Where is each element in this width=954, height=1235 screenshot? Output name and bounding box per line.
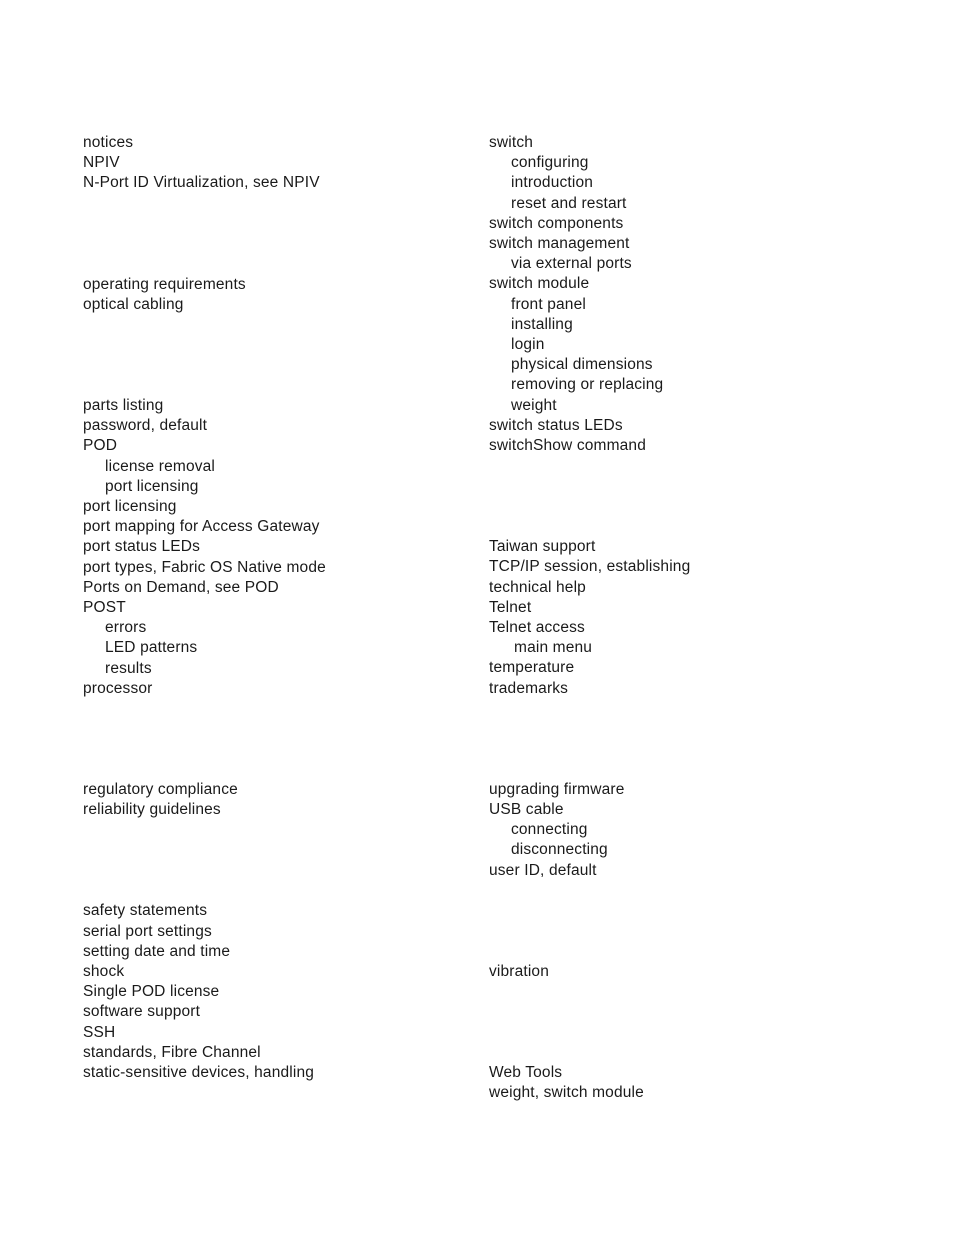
- index-subentry[interactable]: results: [83, 659, 483, 679]
- index-entry[interactable]: user ID, default: [489, 861, 889, 881]
- index-subentry[interactable]: port licensing: [83, 477, 483, 497]
- index-entry[interactable]: shock: [83, 962, 483, 982]
- index-entry[interactable]: Web Tools: [489, 1063, 889, 1083]
- index-entry[interactable]: POST: [83, 598, 483, 618]
- index-entry[interactable]: parts listing: [83, 396, 483, 416]
- index-entry[interactable]: Single POD license: [83, 982, 483, 1002]
- index-entry[interactable]: password, default: [83, 416, 483, 436]
- index-entry[interactable]: notices: [83, 133, 483, 153]
- index-entry[interactable]: Telnet access: [489, 618, 889, 638]
- index-entry[interactable]: safety statements: [83, 901, 483, 921]
- index-entry[interactable]: switch status LEDs: [489, 416, 889, 436]
- index-entry[interactable]: SSH: [83, 1023, 483, 1043]
- index-entry[interactable]: switch management: [489, 234, 889, 254]
- index-subentry[interactable]: reset and restart: [489, 194, 889, 214]
- index-entry[interactable]: upgrading firmware: [489, 780, 889, 800]
- index-subentry[interactable]: weight: [489, 396, 889, 416]
- index-entry[interactable]: static-sensitive devices, handling: [83, 1063, 483, 1083]
- index-entry[interactable]: temperature: [489, 658, 889, 678]
- index-entry[interactable]: operating requirements: [83, 275, 483, 295]
- index-entry[interactable]: switch components: [489, 214, 889, 234]
- index-entry[interactable]: weight, switch module: [489, 1083, 889, 1103]
- index-entry[interactable]: Ports on Demand, see POD: [83, 578, 483, 598]
- index-column-right: switch configuring introduction reset and r…: [489, 133, 889, 1104]
- index-entry[interactable]: Telnet: [489, 598, 889, 618]
- index-subentry[interactable]: removing or replacing: [489, 375, 889, 395]
- index-group: switch configuring introduction reset and r…: [489, 133, 889, 456]
- index-subentry[interactable]: physical dimensions: [489, 355, 889, 375]
- index-entry[interactable]: regulatory compliance: [83, 780, 483, 800]
- index-group: upgrading firmware USB cable connecting dis…: [489, 780, 889, 881]
- index-entry[interactable]: standards, Fibre Channel: [83, 1043, 483, 1063]
- index-entry[interactable]: reliability guidelines: [83, 800, 483, 820]
- index-entry[interactable]: software support: [83, 1002, 483, 1022]
- index-subentry[interactable]: introduction: [489, 173, 889, 193]
- index-group: vibration: [489, 962, 889, 982]
- index-entry[interactable]: port mapping for Access Gateway: [83, 517, 483, 537]
- index-entry[interactable]: switch module: [489, 274, 889, 294]
- index-entry[interactable]: port status LEDs: [83, 537, 483, 557]
- index-entry[interactable]: vibration: [489, 962, 889, 982]
- index-entry[interactable]: port types, Fabric OS Native mode: [83, 558, 483, 578]
- index-entry[interactable]: switch: [489, 133, 889, 153]
- index-subentry[interactable]: via external ports: [489, 254, 889, 274]
- index-group: safety statements serial port settings set…: [83, 901, 483, 1083]
- index-entry[interactable]: TCP/IP session, establishing: [489, 557, 889, 577]
- index-entry[interactable]: Taiwan support: [489, 537, 889, 557]
- index-subentry[interactable]: LED patterns: [83, 638, 483, 658]
- index-entry[interactable]: trademarks: [489, 679, 889, 699]
- index-entry[interactable]: processor: [83, 679, 483, 699]
- index-subentry[interactable]: main menu: [489, 638, 889, 658]
- index-group: regulatory compliance reliability guideli…: [83, 780, 483, 820]
- index-entry[interactable]: setting date and time: [83, 942, 483, 962]
- index-group: notices NPIV N-Port ID Virtualization, see…: [83, 133, 483, 194]
- index-entry[interactable]: N-Port ID Virtualization, see NPIV: [83, 173, 483, 193]
- index-entry[interactable]: technical help: [489, 578, 889, 598]
- index-entry[interactable]: optical cabling: [83, 295, 483, 315]
- index-subentry[interactable]: errors: [83, 618, 483, 638]
- index-group: Web Tools weight, switch module: [489, 1063, 889, 1103]
- index-subentry[interactable]: front panel: [489, 295, 889, 315]
- index-subentry[interactable]: configuring: [489, 153, 889, 173]
- index-column-left: notices NPIV N-Port ID Virtualization, see…: [83, 133, 483, 1083]
- index-entry[interactable]: switchShow command: [489, 436, 889, 456]
- index-entry[interactable]: serial port settings: [83, 922, 483, 942]
- index-subentry[interactable]: connecting: [489, 820, 889, 840]
- index-entry[interactable]: POD: [83, 436, 483, 456]
- index-group: Taiwan support TCP/IP session, establishi…: [489, 537, 889, 699]
- index-entry[interactable]: port licensing: [83, 497, 483, 517]
- index-page: notices NPIV N-Port ID Virtualization, see…: [0, 0, 954, 1235]
- index-entry[interactable]: USB cable: [489, 800, 889, 820]
- index-subentry[interactable]: disconnecting: [489, 840, 889, 860]
- index-group: parts listing password, default POD license…: [83, 396, 483, 699]
- index-subentry[interactable]: license removal: [83, 457, 483, 477]
- index-group: operating requirements optical cabling: [83, 275, 483, 315]
- index-subentry[interactable]: installing: [489, 315, 889, 335]
- index-entry[interactable]: NPIV: [83, 153, 483, 173]
- index-subentry[interactable]: login: [489, 335, 889, 355]
